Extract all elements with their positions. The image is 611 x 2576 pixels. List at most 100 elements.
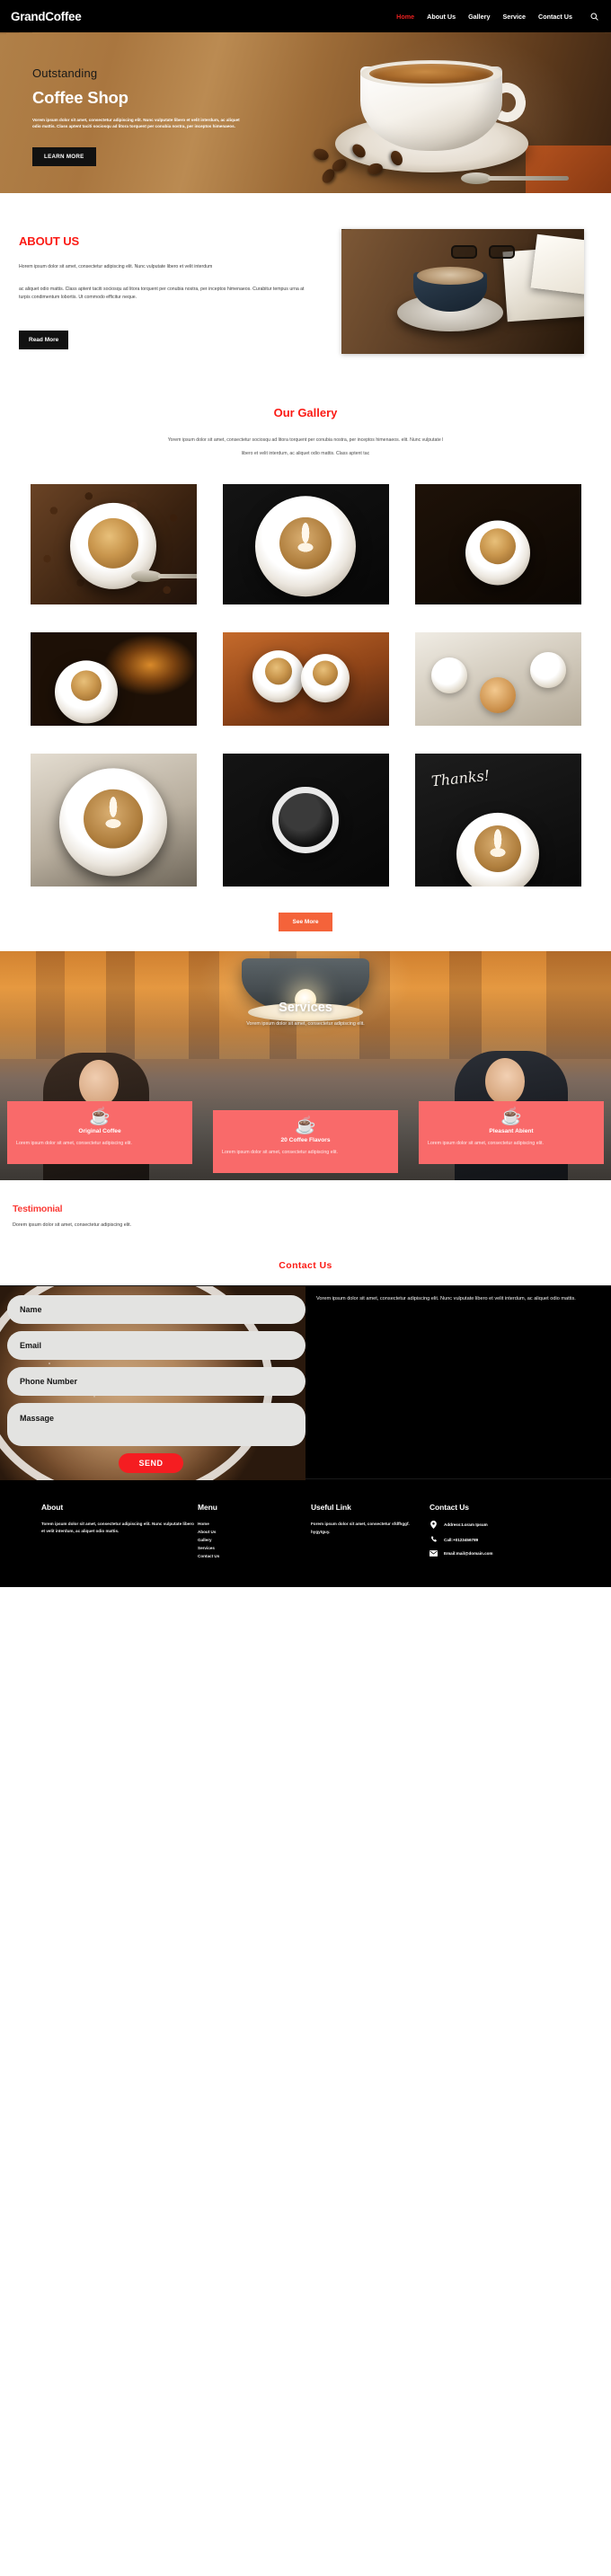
see-more-wrapper: See More — [0, 887, 611, 952]
services-subtitle: Vorem ipsum dolor sit amet, consectetur … — [246, 1021, 365, 1028]
gallery-item-black-coffee-mug[interactable] — [222, 754, 389, 887]
coffee-cup-icon: ☕ — [89, 1107, 111, 1127]
site-footer: About Torem ipsum dolor sit amet, consec… — [0, 1479, 611, 1588]
search-icon[interactable] — [590, 13, 598, 21]
about-paragraph-1: Horem ipsum dolor sit amet, consectetur … — [19, 264, 213, 269]
service-card-desc: Lorem ipsum dolor sit amet, consectetur … — [428, 1141, 544, 1147]
gallery-item-two-cappuccinos-pastry[interactable] — [222, 632, 389, 727]
hero-content: Outstanding Coffee Shop Vorem ipsum dolo… — [32, 66, 293, 166]
services-header: Services Vorem ipsum dolor sit amet, con… — [0, 1001, 611, 1027]
nav-item-contact-us[interactable]: Contact Us — [538, 13, 572, 21]
gallery-item-latte-art-white-cup[interactable] — [30, 754, 197, 887]
contact-form: SEND — [0, 1286, 306, 1481]
phone-number-input[interactable] — [7, 1367, 306, 1397]
service-card-title: Pleasant Abient — [489, 1128, 534, 1135]
gallery-section: Our Gallery Yorem ipsum dolor sit amet, … — [0, 401, 611, 952]
gallery-title: Our Gallery — [273, 406, 338, 419]
contact-title: Contact Us — [279, 1260, 332, 1272]
hero-title: Coffee Shop — [32, 88, 128, 107]
nav-item-about-us[interactable]: About Us — [427, 13, 456, 21]
gallery-item-latte-art-cup-dark[interactable] — [222, 484, 389, 605]
contact-header: Contact Us — [0, 1228, 611, 1286]
about-image-latte-glasses — [341, 229, 584, 354]
footer-contact-email: Email:mail@domain.com — [429, 1550, 579, 1557]
gallery-item-espresso-on-beans[interactable] — [30, 484, 197, 605]
footer-menu-item-gallery[interactable]: Gallery — [198, 1537, 311, 1545]
envelope-icon — [429, 1550, 438, 1557]
service-card-20-coffee-flavors[interactable]: ☕ 20 Coffee Flavors Lorem ipsum dolor si… — [213, 1110, 398, 1174]
form-fields: SEND — [0, 1286, 306, 1474]
footer-email-text: Email:mail@domain.com — [444, 1551, 493, 1557]
gallery-item-thanks-chalkboard[interactable]: Thanks! — [414, 754, 581, 887]
gallery-grid: Thanks! — [0, 484, 611, 887]
phone-icon — [429, 1536, 438, 1543]
service-card-original-coffee[interactable]: ☕ Original Coffee Lorem ipsum dolor sit … — [7, 1101, 192, 1165]
coffee-cup-icon: ☕ — [500, 1107, 522, 1127]
spoon — [461, 172, 569, 184]
footer-phone-text: Call:+0123456789 — [444, 1537, 479, 1542]
footer-column-menu: Menu Home About Us Gallery Services Cont… — [198, 1503, 311, 1564]
services-section: Services Vorem ipsum dolor sit amet, con… — [0, 951, 611, 1181]
footer-contact-address: Address:Loram Ipsum — [429, 1521, 579, 1530]
coffee-cup-icon: ☕ — [295, 1116, 316, 1136]
service-card-title: 20 Coffee Flavors — [280, 1137, 331, 1144]
service-cards: ☕ Original Coffee Lorem ipsum dolor sit … — [0, 1101, 611, 1174]
coffee-beans — [310, 141, 418, 187]
location-pin-icon — [429, 1521, 438, 1530]
site-logo[interactable]: GrandCoffee — [11, 10, 82, 23]
hero-eyebrow: Outstanding — [32, 66, 98, 80]
cloth-napkin — [526, 146, 611, 193]
footer-about-heading: About — [41, 1503, 64, 1513]
contact-side-panel: Vorem ipsum dolor sit amet, consectetur … — [306, 1286, 611, 1479]
about-title: ABOUT US — [19, 234, 80, 248]
footer-contact-phone: Call:+0123456789 — [429, 1536, 579, 1543]
nav-links: Home About Us Gallery Service Contact Us — [396, 13, 598, 21]
nav-item-home[interactable]: Home — [396, 13, 414, 21]
eyeglasses — [451, 245, 518, 260]
footer-menu-item-contact-us[interactable]: Contact Us — [198, 1553, 311, 1561]
gallery-item-breakfast-table-top[interactable] — [414, 632, 581, 727]
footer-about-text: Torem ipsum dolor sit amet, consectetur … — [41, 1522, 194, 1534]
gallery-item-steaming-cup-beans[interactable] — [414, 484, 581, 605]
hero-section: Outstanding Coffee Shop Vorem ipsum dolo… — [0, 32, 611, 193]
hero-description: Vorem ipsum dolor sit amet, consectetur … — [32, 118, 240, 129]
contact-side-text: Vorem ipsum dolor sit amet, consectetur … — [316, 1296, 576, 1302]
footer-useful-link-text: Forem ipsum dolor sit amet, consectetur … — [311, 1522, 410, 1534]
about-paragraph-2: ac aliquet odio mattis. Class aptent tac… — [19, 286, 305, 301]
gallery-subtitle-line-2: libero et velit interdum, ac aliquet odi… — [241, 451, 370, 457]
service-card-desc: Lorem ipsum dolor sit amet, consectetur … — [222, 1150, 338, 1156]
about-text-column: ABOUT US Horem ipsum dolor sit amet, con… — [16, 234, 332, 349]
nav-item-service[interactable]: Service — [502, 13, 526, 21]
footer-menu-heading: Menu — [198, 1503, 217, 1513]
name-input[interactable] — [7, 1295, 306, 1325]
footer-menu-item-home[interactable]: Home — [198, 1521, 311, 1529]
service-card-pleasant-abient[interactable]: ☕ Pleasant Abient Lorem ipsum dolor sit … — [419, 1101, 604, 1165]
hero-coffee-cup-image — [301, 38, 611, 193]
testimonial-title: Testimonial — [13, 1204, 63, 1215]
footer-address-text: Address:Loram Ipsum — [444, 1522, 488, 1528]
person-left-face — [79, 1060, 119, 1107]
person-right-face — [485, 1058, 525, 1106]
nav-item-gallery[interactable]: Gallery — [468, 13, 490, 21]
services-title: Services — [279, 1001, 332, 1016]
footer-useful-link-heading: Useful Link — [311, 1503, 351, 1513]
learn-more-button[interactable]: LEARN MORE — [32, 146, 96, 166]
coffee-surface — [369, 64, 493, 84]
about-section: ABOUT US Horem ipsum dolor sit amet, con… — [0, 193, 611, 401]
footer-column-about: About Torem ipsum dolor sit amet, consec… — [20, 1503, 198, 1564]
gallery-item-cup-by-fireplace[interactable] — [30, 632, 197, 727]
newspaper-2 — [530, 234, 584, 296]
footer-menu-item-about-us[interactable]: About Us — [198, 1529, 311, 1537]
testimonial-section: Testimonial Dorem ipsum dolor sit amet, … — [0, 1180, 611, 1229]
top-navbar: GrandCoffee Home About Us Gallery Servic… — [0, 0, 611, 32]
gallery-subtitle-line-1: Yorem ipsum dolor sit amet, consectetur … — [167, 437, 444, 443]
email-input[interactable] — [7, 1331, 306, 1361]
service-card-desc: Lorem ipsum dolor sit amet, consectetur … — [16, 1141, 132, 1147]
send-button[interactable]: SEND — [119, 1453, 183, 1474]
gallery-subtitle: Yorem ipsum dolor sit amet, consectetur … — [0, 434, 611, 461]
footer-column-contact: Contact Us Address:Loram Ipsum Call:+012… — [429, 1503, 579, 1564]
footer-menu-item-services[interactable]: Services — [198, 1545, 311, 1553]
read-more-button[interactable]: Read More — [19, 330, 69, 349]
message-input[interactable] — [7, 1403, 306, 1447]
see-more-button[interactable]: See More — [278, 913, 333, 932]
